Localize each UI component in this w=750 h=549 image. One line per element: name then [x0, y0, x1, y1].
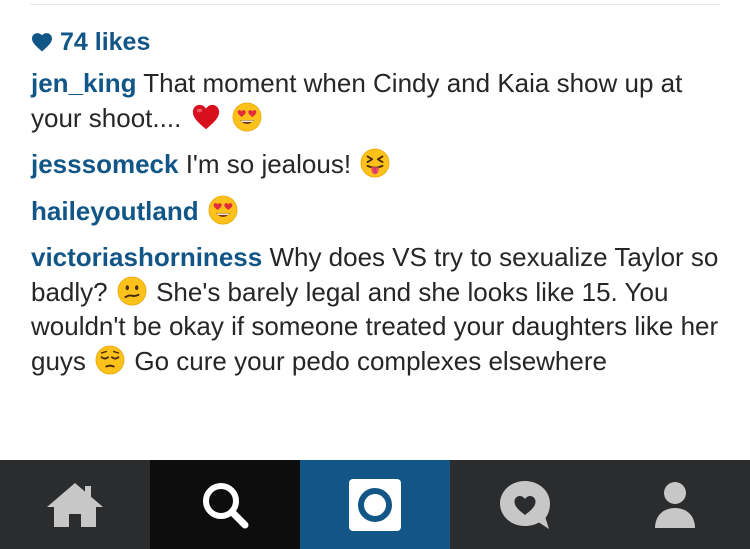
- bottom-tab-bar: [0, 460, 750, 549]
- likes-count[interactable]: 74 likes: [31, 24, 721, 60]
- comment-text: Go cure your pedo complexes elsewhere: [134, 345, 607, 376]
- activity-heart-bubble-icon: [500, 480, 550, 529]
- comment-victoriashorniness: victoriashorniness Why does VS try to se…: [31, 240, 721, 378]
- top-divider: [30, 4, 720, 5]
- home-icon: [47, 482, 103, 527]
- comment-jesssomeck: jesssomeck I'm so jealous!: [31, 147, 721, 182]
- comment-username[interactable]: haileyoutland: [31, 196, 199, 226]
- heart-eyes-emoji: [208, 195, 238, 225]
- comment-jen-king: jen_king That moment when Cindy and Kaia…: [31, 66, 721, 135]
- heart-icon: [32, 33, 52, 52]
- confused-face-emoji: [117, 276, 147, 306]
- tab-search[interactable]: [150, 460, 300, 549]
- comment-text: I'm so jealous!: [185, 149, 352, 179]
- comment-username[interactable]: victoriashorniness: [31, 242, 262, 272]
- pensive-face-emoji: [95, 345, 125, 375]
- search-icon: [203, 482, 249, 528]
- heart-eyes-emoji: [232, 102, 262, 132]
- camera-icon: [349, 478, 401, 531]
- profile-icon: [655, 481, 695, 528]
- squinting-tongue-emoji: [360, 148, 390, 178]
- tab-home[interactable]: [0, 460, 150, 549]
- tab-profile[interactable]: [600, 460, 750, 549]
- comments-section: 74 likes jen_king That moment when Cindy…: [31, 24, 721, 378]
- tab-activity[interactable]: [450, 460, 600, 549]
- comment-username[interactable]: jen_king: [31, 68, 136, 98]
- likes-label: 74 likes: [60, 27, 151, 56]
- comment-username[interactable]: jesssomeck: [31, 149, 178, 179]
- comment-haileyoutland: haileyoutland: [31, 194, 721, 229]
- red-heart-emoji: [191, 102, 221, 132]
- tab-camera[interactable]: [300, 460, 450, 549]
